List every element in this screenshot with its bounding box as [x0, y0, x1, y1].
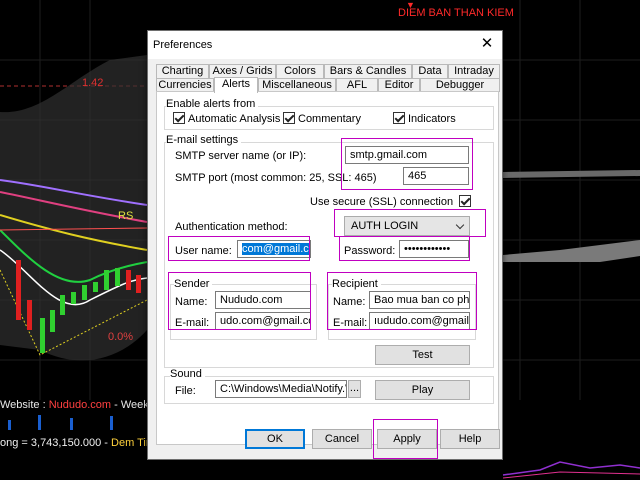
- tab-colors[interactable]: Colors: [276, 64, 324, 78]
- indicators-checkbox[interactable]: [393, 112, 405, 124]
- ok-button[interactable]: OK: [245, 429, 305, 449]
- smtp-server-input[interactable]: smtp.gmail.com: [345, 146, 469, 164]
- tab-currencies[interactable]: Currencies: [156, 78, 214, 92]
- chart-footer-volume: ong = 3,743,150.000 - Dem Time: [0, 437, 162, 449]
- ssl-checkbox[interactable]: [459, 195, 471, 207]
- tab-charting[interactable]: Charting: [156, 64, 209, 78]
- commentary-label: Commentary: [298, 113, 361, 125]
- sound-title: Sound: [170, 368, 205, 380]
- recipient-email-input[interactable]: ıududo.com@gmail.com: [369, 312, 470, 330]
- password-input[interactable]: ••••••••••••: [399, 240, 469, 258]
- username-input[interactable]: com@gmail.com: [237, 240, 311, 258]
- browse-button[interactable]: ...: [348, 380, 361, 398]
- chevron-down-icon: [455, 220, 465, 230]
- sound-file-input[interactable]: C:\Windows\Media\Notify.WAV: [215, 380, 347, 398]
- ssl-label: Use secure (SSL) connection: [310, 196, 454, 208]
- tab-editor[interactable]: Editor: [378, 78, 420, 92]
- enable-alerts-title: Enable alerts from: [166, 98, 259, 110]
- auth-method-select[interactable]: AUTH LOGIN: [344, 216, 470, 236]
- sender-name-input[interactable]: Nududo.com: [215, 291, 311, 309]
- smtp-port-label: SMTP port (most common: 25, SSL: 465): [175, 172, 377, 184]
- recipient-email-label: E-mail:: [333, 317, 368, 329]
- password-label: Password:: [344, 245, 396, 257]
- tab-intraday[interactable]: Intraday: [448, 64, 500, 78]
- automatic-analysis-label: Automatic Analysis: [188, 113, 281, 125]
- percent-label: 0.0%: [108, 331, 134, 343]
- apply-button[interactable]: Apply: [377, 429, 437, 449]
- tab-afl[interactable]: AFL: [336, 78, 378, 92]
- username-value: com@gmail.com: [242, 243, 310, 255]
- sound-file-label: File:: [175, 385, 196, 397]
- sender-email-input[interactable]: udo.com@gmail.com: [215, 312, 311, 330]
- chart-footer-website: Website : Nududo.com - Weekly: [0, 399, 157, 411]
- auth-method-label: Authentication method:: [175, 221, 288, 233]
- automatic-analysis-checkbox[interactable]: [173, 112, 185, 124]
- recipient-name-label: Name:: [333, 296, 366, 308]
- auth-method-value: AUTH LOGIN: [351, 220, 419, 232]
- tab-data[interactable]: Data: [412, 64, 448, 78]
- smtp-port-input[interactable]: 465: [403, 167, 469, 185]
- tab-axes-grids[interactable]: Axes / Grids: [209, 64, 276, 78]
- tab-debugger[interactable]: Debugger: [420, 78, 500, 92]
- commentary-checkbox[interactable]: [283, 112, 295, 124]
- recipient-title: Recipient: [332, 278, 381, 290]
- rs-label: RS: [118, 210, 134, 222]
- test-button[interactable]: Test: [375, 345, 470, 365]
- sender-email-label: E-mail:: [175, 317, 210, 329]
- help-button[interactable]: Help: [440, 429, 500, 449]
- sender-name-label: Name:: [175, 296, 208, 308]
- tab-alerts[interactable]: Alerts: [214, 77, 258, 93]
- indicators-label: Indicators: [408, 113, 456, 125]
- alerts-panel: Enable alerts from Automatic Analysis Co…: [156, 91, 499, 445]
- preferences-dialog: Preferences ✕ Charting Axes / Grids Colo…: [147, 30, 503, 460]
- dialog-titlebar: Preferences ✕: [148, 31, 502, 59]
- close-icon[interactable]: ✕: [479, 36, 495, 52]
- dialog-title: Preferences: [153, 39, 213, 51]
- tab-miscellaneous[interactable]: Miscellaneous: [258, 78, 336, 92]
- cancel-button[interactable]: Cancel: [312, 429, 372, 449]
- sender-title: Sender: [174, 278, 213, 290]
- tab-bars-candles[interactable]: Bars & Candles: [324, 64, 412, 78]
- sell-signal-label: DIEM BAN THAN KIEM: [398, 7, 514, 19]
- recipient-name-input[interactable]: Bao mua ban co phieu: [369, 291, 470, 309]
- smtp-server-label: SMTP server name (or IP):: [175, 150, 307, 162]
- price-level-label: 1.42: [82, 77, 104, 89]
- email-settings-title: E-mail settings: [166, 134, 242, 146]
- play-button[interactable]: Play: [375, 380, 470, 400]
- username-label: User name:: [175, 245, 232, 257]
